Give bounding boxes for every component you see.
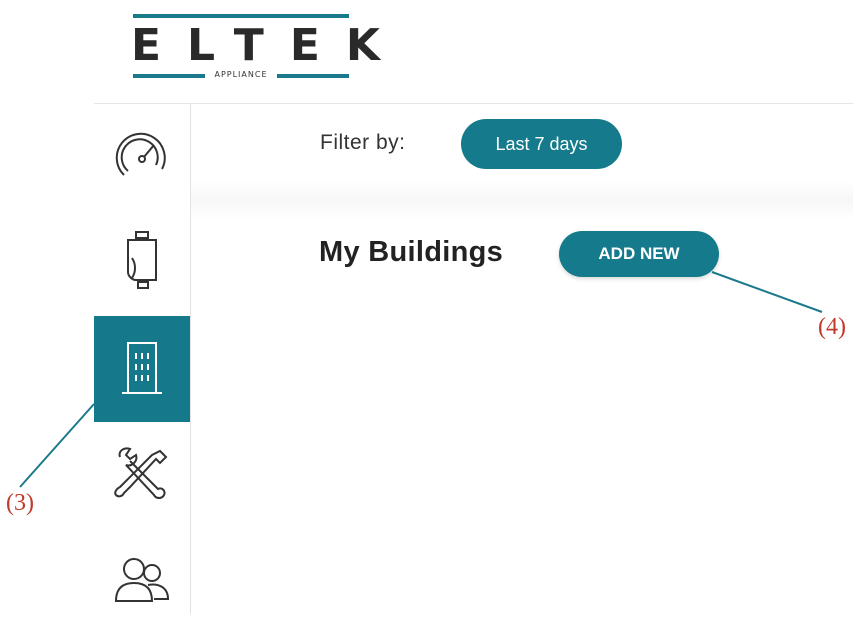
content-separator-band xyxy=(191,180,853,220)
sidebar-nav xyxy=(94,104,191,614)
sidebar-item-tools[interactable] xyxy=(94,422,190,528)
add-new-building-button[interactable]: ADD NEW xyxy=(559,231,719,277)
date-range-filter-button[interactable]: Last 7 days xyxy=(461,119,622,169)
building-icon xyxy=(122,342,162,394)
tools-icon xyxy=(114,447,168,499)
callout-line-4 xyxy=(711,271,823,313)
callout-line-3 xyxy=(19,403,95,488)
callout-label-3: (3) xyxy=(6,490,34,516)
logo-wordmark: ELTEK xyxy=(131,20,406,71)
sidebar-item-devices[interactable] xyxy=(94,210,190,316)
logo-subtitle: APPLIANCE xyxy=(214,70,268,79)
page-title: My Buildings xyxy=(319,236,504,268)
speedometer-icon xyxy=(115,132,166,176)
sidebar-item-dashboard[interactable] xyxy=(94,104,190,210)
logo-bottom-bar-left xyxy=(133,74,205,78)
header-divider xyxy=(94,103,853,104)
brand-logo: ELTEK APPLIANCE xyxy=(131,14,406,82)
logo-top-bar xyxy=(133,14,349,18)
filter-label: Filter by: xyxy=(320,131,406,154)
water-heater-device-icon xyxy=(127,231,157,289)
logo-bottom-bar-right xyxy=(277,74,349,78)
sidebar-item-users[interactable] xyxy=(94,528,190,634)
sidebar-item-buildings[interactable] xyxy=(94,316,190,422)
users-icon xyxy=(114,558,170,602)
callout-label-4: (4) xyxy=(818,314,846,340)
